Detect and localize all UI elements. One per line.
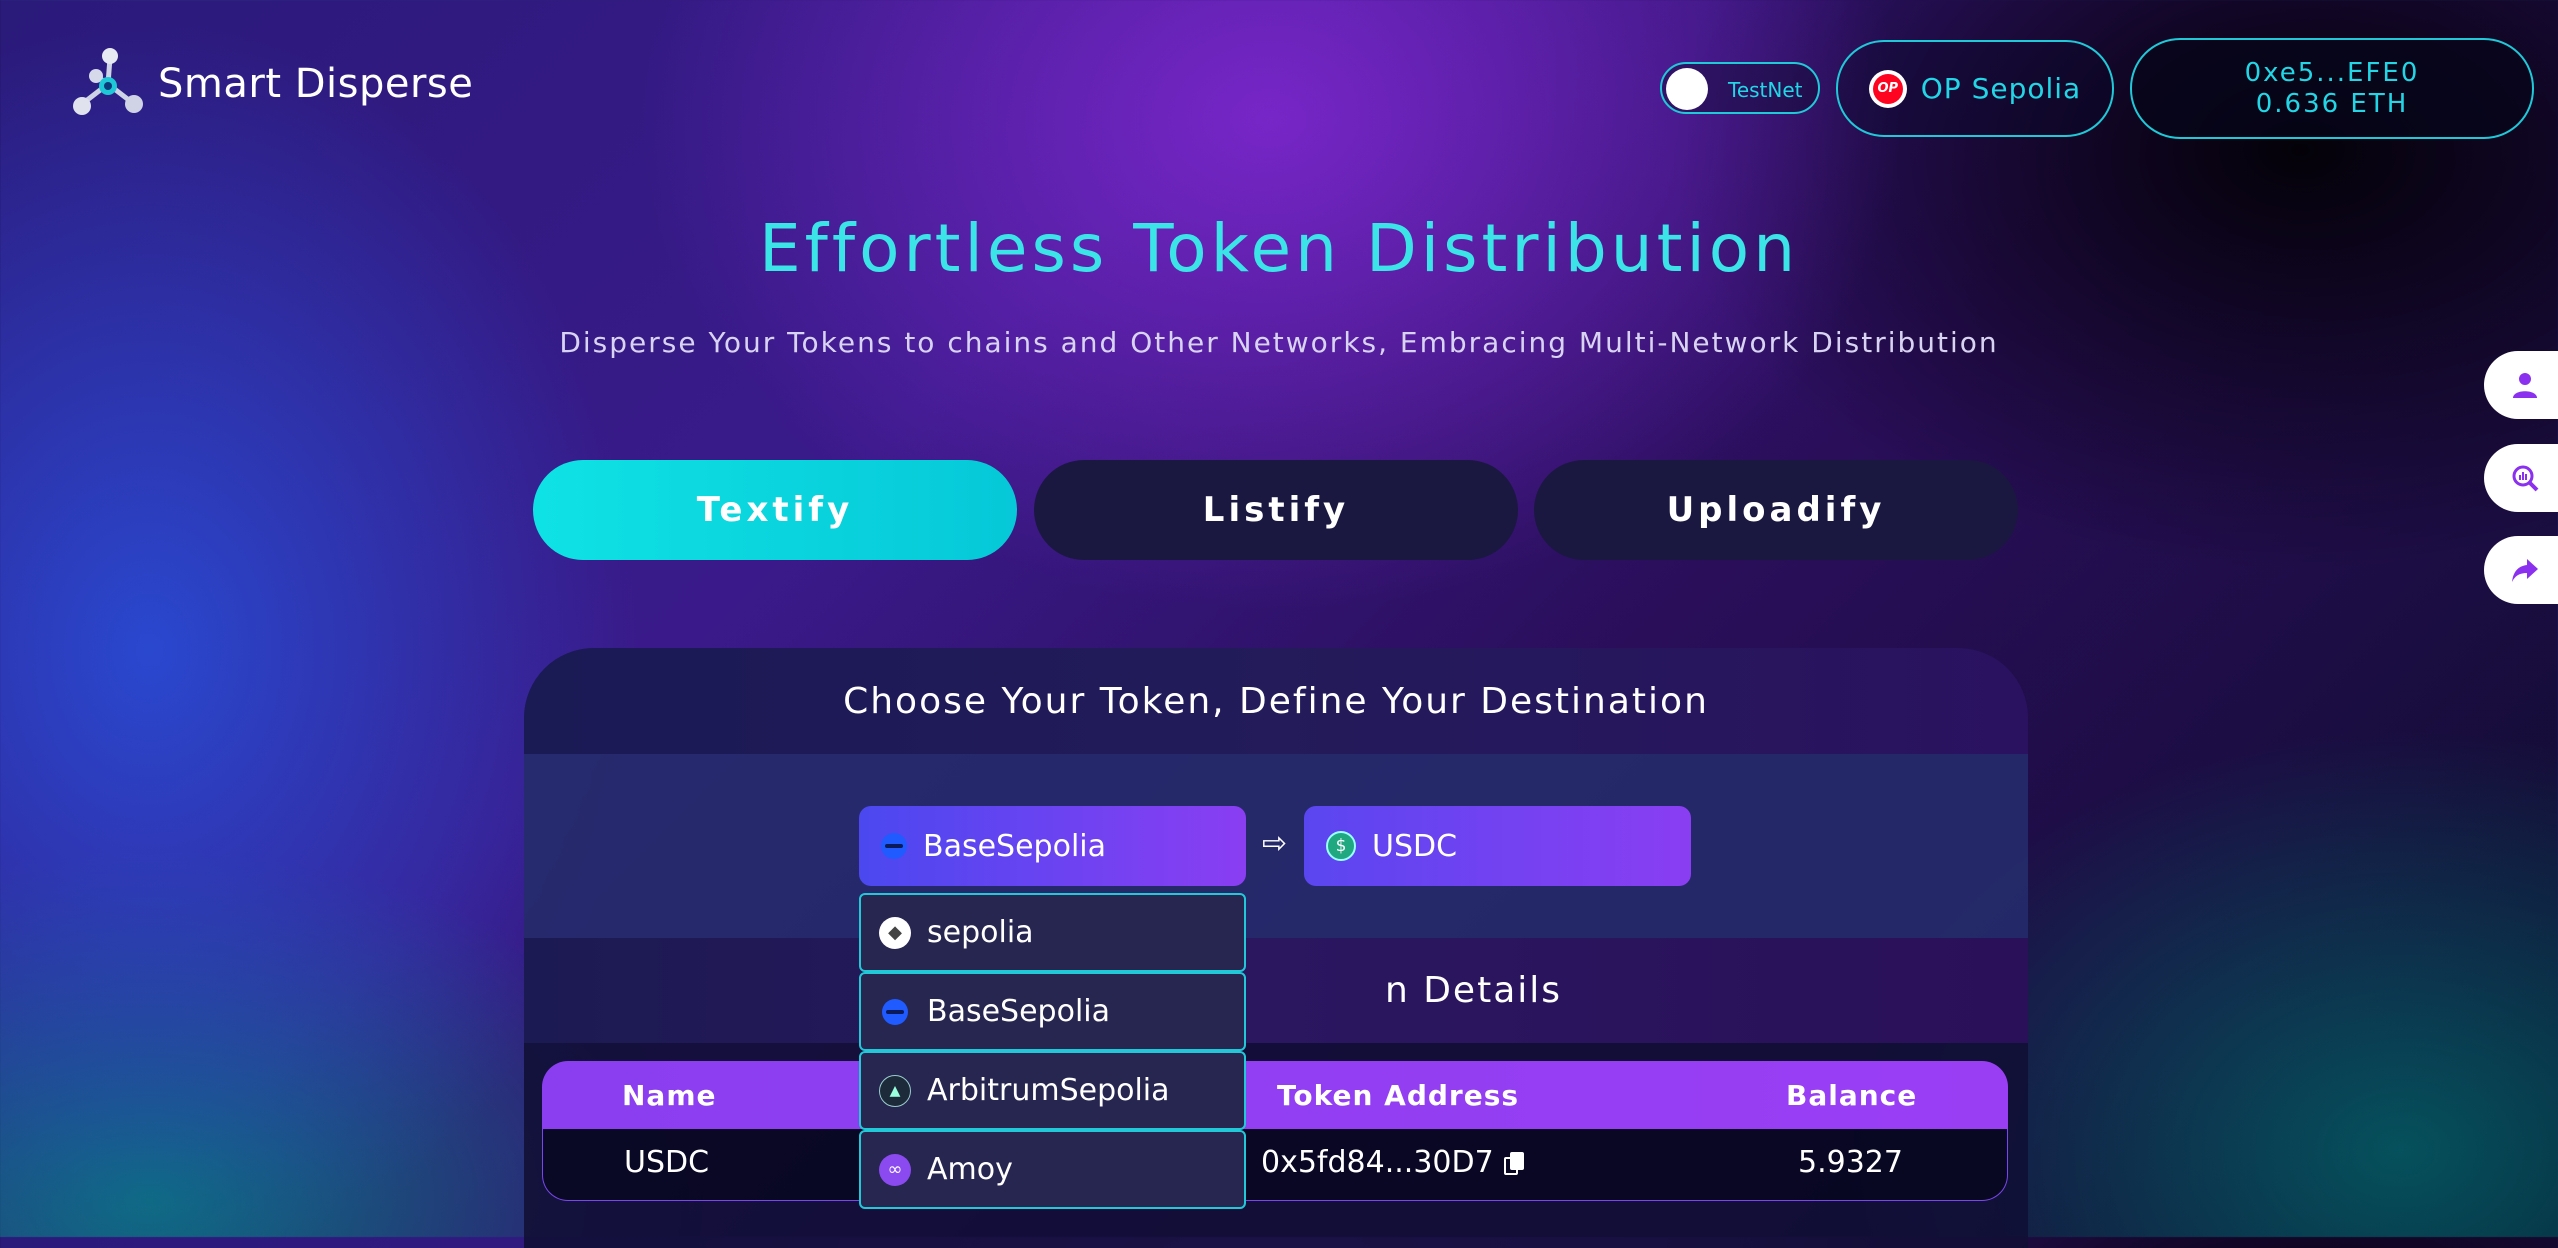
- analytics-button[interactable]: [2484, 444, 2558, 512]
- network-label: OP Sepolia: [1920, 72, 2082, 105]
- usdc-icon: $: [1326, 831, 1356, 861]
- testnet-toggle[interactable]: TestNet: [1660, 62, 1820, 114]
- tab-textify[interactable]: Textify: [533, 460, 1017, 560]
- option-label: sepolia: [927, 915, 1034, 950]
- arbitrum-icon: ▲: [879, 1074, 911, 1107]
- balance-cell: 5.9327: [1798, 1145, 1903, 1180]
- wallet-account-button[interactable]: 0xe5...EFE0 0.636 ETH: [2130, 38, 2534, 139]
- tab-uploadify[interactable]: Uploadify: [1534, 460, 2018, 560]
- tab-listify[interactable]: Listify: [1034, 460, 1518, 560]
- optimism-icon: OP: [1868, 69, 1907, 108]
- chain-select-value: BaseSepolia: [923, 828, 1107, 864]
- arrow-icon: ⇨: [1262, 826, 1288, 861]
- chain-select[interactable]: BaseSepolia: [859, 806, 1246, 886]
- toggle-label: TestNet: [1728, 78, 1803, 102]
- dropdown-option-arbitrumsepolia[interactable]: ▲ ArbitrumSepolia: [859, 1051, 1246, 1130]
- polygon-icon: ∞: [879, 1153, 911, 1186]
- chain-dropdown-menu: ◆ sepolia BaseSepolia ▲ ArbitrumSepolia …: [859, 893, 1246, 1209]
- panel-heading: Choose Your Token, Define Your Destinati…: [524, 648, 2028, 754]
- dropdown-option-amoy[interactable]: ∞ Amoy: [859, 1130, 1246, 1209]
- token-name-cell: USDC: [624, 1145, 710, 1180]
- dropdown-option-sepolia[interactable]: ◆ sepolia: [859, 893, 1246, 972]
- wallet-address: 0xe5...EFE0: [2244, 57, 2420, 88]
- copy-icon[interactable]: [1503, 1151, 1524, 1176]
- ethereum-icon: ◆: [879, 916, 911, 949]
- base-icon: [879, 996, 911, 1028]
- column-header-balance: Balance: [1786, 1079, 1918, 1112]
- details-heading: n Details: [1384, 970, 1563, 1011]
- hero-title: Effortless Token Distribution: [758, 210, 1800, 287]
- molecule-logo-icon: [73, 48, 143, 115]
- token-address: 0x5fd84...30D7: [1261, 1145, 1494, 1180]
- base-icon: [881, 833, 907, 859]
- wallet-balance: 0.636 ETH: [2255, 88, 2409, 119]
- token-select-value: USDC: [1372, 828, 1458, 864]
- share-button[interactable]: [2484, 536, 2558, 604]
- network-selector-button[interactable]: OP OP Sepolia: [1836, 40, 2114, 137]
- token-select[interactable]: $ USDC: [1304, 806, 1691, 886]
- share-icon: [2512, 559, 2538, 582]
- token-address-cell: 0x5fd84...30D7: [1261, 1145, 1524, 1180]
- toggle-knob: [1666, 68, 1708, 110]
- details-heading-bar: n Details: [524, 938, 2028, 1043]
- table-header: Name Token Address Balance: [542, 1061, 2008, 1129]
- column-header-token-address: Token Address: [1277, 1079, 1520, 1112]
- app-title: Smart Disperse: [158, 60, 474, 107]
- analytics-icon: [2512, 465, 2539, 492]
- hero-subtitle: Disperse Your Tokens to chains and Other…: [559, 326, 1999, 359]
- app-logo[interactable]: Smart Disperse: [68, 46, 473, 121]
- option-label: BaseSepolia: [927, 994, 1111, 1029]
- user-icon: [2513, 373, 2537, 398]
- table-row: USDC 0x5fd84...30D7 5.9327: [542, 1129, 2008, 1201]
- option-label: ArbitrumSepolia: [927, 1073, 1170, 1108]
- dropdown-option-basesepolia[interactable]: BaseSepolia: [859, 972, 1246, 1051]
- option-label: Amoy: [927, 1152, 1013, 1187]
- column-header-name: Name: [622, 1079, 717, 1112]
- profile-button[interactable]: [2484, 351, 2558, 419]
